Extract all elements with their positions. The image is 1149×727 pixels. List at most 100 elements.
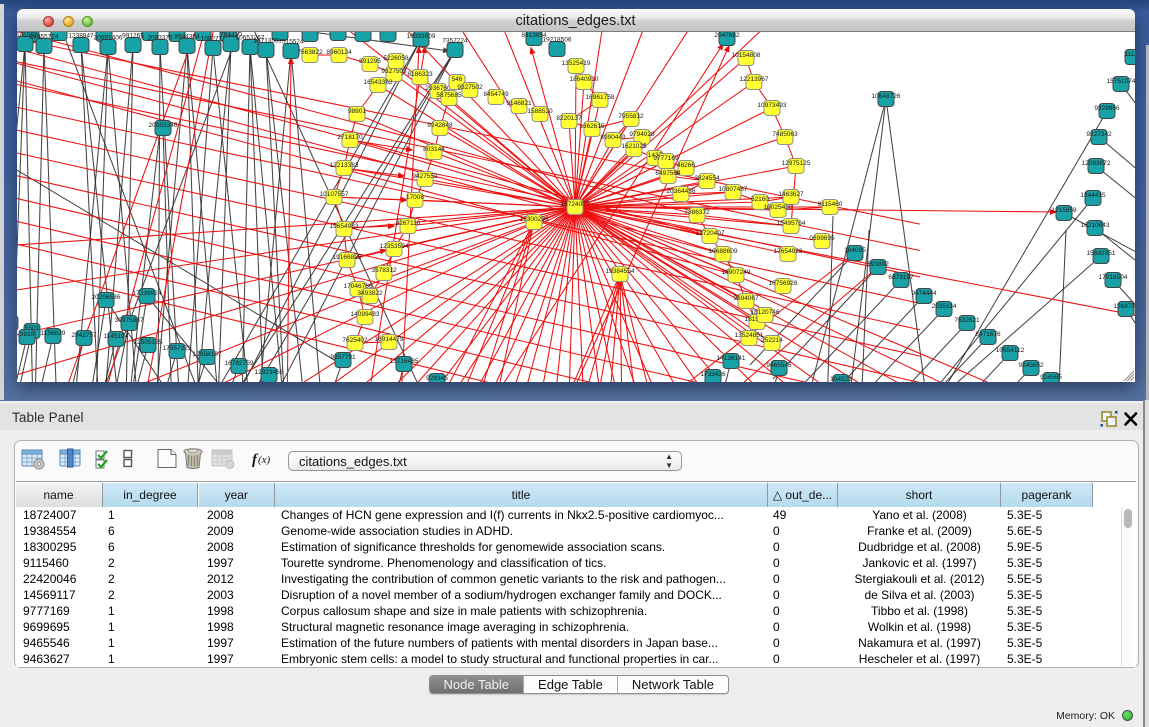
svg-text:1244415: 1244415 (1080, 192, 1106, 199)
svg-text:7625402: 7625402 (342, 337, 368, 344)
svg-text:924565: 924565 (1040, 374, 1062, 381)
svg-text:19654983: 19654983 (330, 223, 359, 230)
svg-text:20691406: 20691406 (94, 35, 123, 42)
svg-text:18640910: 18640910 (570, 76, 599, 83)
svg-text:17016504: 17016504 (1099, 274, 1128, 281)
svg-text:10154808: 10154808 (732, 52, 761, 59)
svg-text:7485063: 7485063 (772, 131, 798, 138)
svg-text:24055724: 24055724 (30, 34, 59, 41)
svg-text:16543362: 16543362 (364, 79, 393, 86)
svg-text:10688609: 10688609 (709, 248, 738, 255)
svg-text:7357224: 7357224 (442, 38, 468, 45)
svg-text:9245652: 9245652 (1018, 362, 1044, 369)
svg-text:1268753: 1268753 (1113, 303, 1134, 310)
svg-text:20364436: 20364436 (667, 188, 696, 195)
svg-text:10807487: 10807487 (719, 186, 748, 193)
svg-text:3919: 3919 (20, 331, 35, 338)
svg-text:20206536: 20206536 (92, 294, 121, 301)
svg-text:3824554: 3824554 (694, 175, 720, 182)
svg-text:9794028: 9794028 (629, 131, 655, 138)
svg-text:17957223: 17957223 (163, 345, 192, 352)
svg-text:9777169: 9777169 (653, 155, 679, 162)
svg-text:17339924: 17339924 (133, 290, 162, 297)
svg-text:8186323: 8186323 (407, 71, 433, 78)
svg-text:15300293: 15300293 (520, 216, 549, 223)
svg-text:12975125: 12975125 (782, 160, 811, 167)
svg-text:12353594: 12353594 (380, 243, 409, 250)
svg-text:(x): (x) (258, 454, 271, 466)
svg-text:62160: 62160 (751, 196, 769, 203)
svg-text:8454749: 8454749 (483, 91, 509, 98)
svg-text:9465546: 9465546 (766, 362, 792, 369)
svg-text:16033809: 16033809 (407, 33, 436, 40)
svg-text:0699695: 0699695 (809, 235, 835, 242)
svg-text:9146821: 9146821 (506, 100, 532, 107)
svg-text:9427552: 9427552 (412, 173, 438, 180)
svg-text:893892: 893892 (867, 261, 889, 268)
svg-text:803144: 803144 (423, 146, 445, 153)
svg-text:9115460: 9115460 (818, 201, 843, 208)
svg-text:9329966: 9329966 (1094, 105, 1120, 112)
svg-text:18724007: 18724007 (561, 201, 590, 208)
svg-text:13524851: 13524851 (735, 332, 764, 339)
svg-text:9227342: 9227342 (1086, 131, 1112, 138)
svg-text:10654112: 10654112 (996, 347, 1025, 354)
svg-text:12923468: 12923468 (255, 369, 284, 376)
svg-text:15495784: 15495784 (777, 220, 806, 227)
svg-text:13720407: 13720407 (696, 230, 725, 237)
svg-text:1463627: 1463627 (778, 191, 804, 198)
svg-text:10958107: 10958107 (193, 351, 222, 358)
svg-text:928345: 928345 (426, 375, 448, 382)
svg-text:9242848: 9242848 (427, 122, 453, 129)
svg-text:9327503: 9327503 (381, 68, 407, 75)
svg-text:1671355: 1671355 (253, 38, 279, 45)
svg-text:1362615: 1362615 (579, 123, 605, 130)
svg-text:19166825: 19166825 (333, 254, 362, 261)
svg-text:3267110: 3267110 (396, 220, 421, 227)
svg-text:5875685: 5875685 (436, 92, 462, 99)
svg-text:10107557: 10107557 (320, 191, 349, 198)
svg-text:6879197: 6879197 (888, 274, 914, 281)
svg-text:19218506: 19218506 (543, 37, 572, 44)
svg-text:11121: 11121 (1124, 51, 1134, 58)
svg-text:164095: 164095 (844, 247, 866, 254)
svg-text:16961758: 16961758 (586, 94, 615, 101)
svg-text:5226058: 5226058 (383, 55, 409, 62)
svg-text:9857791: 9857791 (330, 354, 356, 361)
svg-text:1621025: 1621025 (621, 143, 647, 150)
svg-text:1733426: 1733426 (700, 371, 726, 378)
svg-text:546: 546 (452, 76, 463, 83)
svg-text:30975887: 30975887 (115, 317, 144, 324)
svg-text:8960124: 8960124 (326, 49, 352, 56)
svg-text:15751074: 15751074 (1107, 78, 1135, 85)
svg-text:18120746: 18120746 (751, 309, 780, 316)
svg-text:13525419: 13525419 (562, 60, 591, 67)
svg-text:8471676: 8471676 (975, 331, 1001, 338)
svg-text:8220137: 8220137 (556, 115, 582, 122)
svg-text:9694067: 9694067 (733, 295, 759, 302)
svg-text:2093375: 2093375 (147, 35, 173, 42)
svg-text:20053346: 20053346 (149, 122, 178, 129)
svg-text:46266: 46266 (677, 162, 695, 169)
svg-text:9327502: 9327502 (457, 84, 483, 91)
svg-text:98901: 98901 (348, 108, 366, 115)
svg-text:18907249: 18907249 (722, 269, 751, 276)
svg-text:7515524: 7515524 (278, 39, 304, 46)
svg-text:15692951: 15692951 (1087, 250, 1116, 257)
svg-text:17008: 17008 (406, 194, 424, 201)
svg-text:16914479: 16914479 (375, 336, 404, 343)
svg-text:9474444: 9474444 (911, 290, 937, 297)
svg-text:3493822: 3493822 (357, 290, 383, 297)
svg-text:10973493: 10973493 (758, 102, 787, 109)
svg-text:891295: 891295 (359, 58, 381, 65)
svg-text:12093872: 12093872 (1082, 160, 1111, 167)
svg-text:12505185: 12505185 (134, 339, 163, 346)
svg-text:1238847: 1238847 (68, 33, 94, 40)
svg-text:10025438: 10025438 (764, 204, 793, 211)
svg-text:7663822: 7663822 (297, 49, 323, 56)
svg-text:8990449: 8990449 (600, 134, 626, 141)
svg-text:1145194: 1145194 (104, 333, 129, 340)
svg-text:7955812: 7955812 (618, 113, 644, 120)
svg-text:10756928: 10756928 (769, 280, 798, 287)
svg-text:12213967: 12213967 (740, 76, 769, 83)
